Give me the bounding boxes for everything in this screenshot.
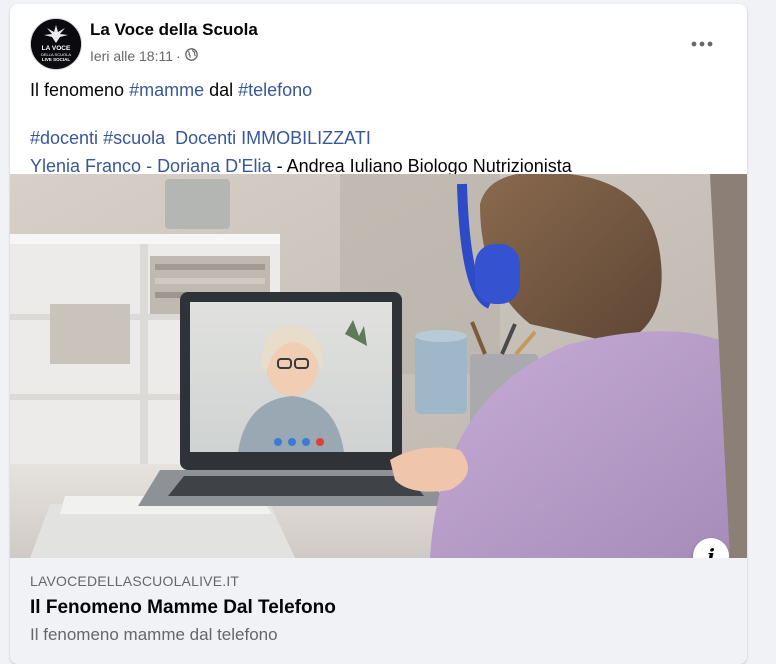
globe-icon[interactable] [184,48,198,64]
page-avatar[interactable]: LA VOCE DELLA SCUOLA LIVE SOCIAL [30,18,82,70]
avatar-text-3: LIVE SOCIAL [42,57,71,62]
link-title[interactable]: Il Fenomeno Mamme Dal Telefono [30,597,336,619]
post-timestamp[interactable]: Ieri alle 18:11 [90,48,173,64]
avatar-text-1: LA VOCE [42,45,71,52]
hashtag-docenti[interactable]: #docenti [30,128,98,148]
mention-doriana-delia[interactable]: Doriana D'Elia [157,156,272,176]
message-text: Il fenomeno [30,80,130,100]
message-text: dal [204,80,239,100]
more-options-icon [691,41,713,47]
mention-ylenia-franco[interactable]: Ylenia Franco [30,156,141,176]
post-meta: Ieri alle 18:11 · [90,48,198,64]
message-text: - Andrea Iuliano Biologo Nutrizionista [271,156,572,176]
hashtag-scuola[interactable]: #scuola [103,128,165,148]
post-message: Il fenomeno #mamme dal #telefono #docent… [30,79,572,183]
more-options-button[interactable] [682,26,722,62]
link-description: Il fenomeno mamme dal telefono [30,625,278,644]
meta-separator: · [176,48,181,64]
hashtag-telefono[interactable]: #telefono [238,80,312,100]
link-preview-footer[interactable]: LAVOCEDELLASCUOLALIVE.IT Il Fenomeno Mam… [10,558,747,664]
post-header: LA VOCE DELLA SCUOLA LIVE SOCIAL La Voce… [10,4,747,70]
message-line-2: #docenti #scuola Docenti IMMOBILIZZATI [30,127,572,149]
hashtag-mamme[interactable]: #mamme [129,80,204,100]
message-line-1: Il fenomeno #mamme dal #telefono [30,79,572,101]
preview-photo [10,174,747,558]
link-domain: LAVOCEDELLASCUOLALIVE.IT [30,573,240,589]
link-docenti-immobilizzati[interactable]: Docenti IMMOBILIZZATI [175,128,371,148]
post-card: LA VOCE DELLA SCUOLA LIVE SOCIAL La Voce… [10,4,747,664]
page-name-link[interactable]: La Voce della Scuola [90,20,258,40]
mention-dash: - [141,156,158,176]
avatar-logo: LA VOCE DELLA SCUOLA LIVE SOCIAL [31,19,81,69]
link-preview-image[interactable] [10,174,747,558]
